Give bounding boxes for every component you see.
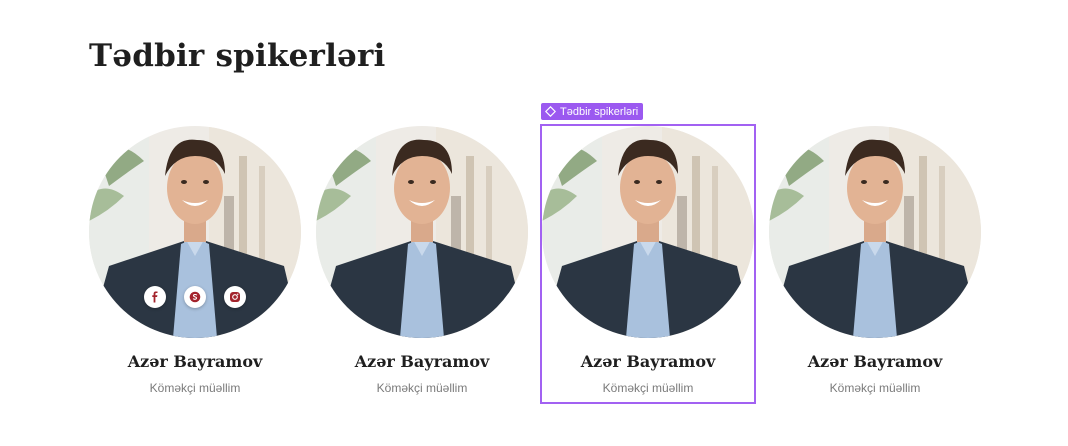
speaker-name: Azər Bayramov — [807, 352, 943, 371]
speaker-avatar — [542, 126, 754, 338]
speaker-card-selected[interactable]: Azər Bayramov Köməkçi müəllim — [540, 124, 756, 404]
facebook-icon[interactable] — [144, 286, 166, 308]
speaker-role: Köməkçi müəllim — [376, 381, 468, 395]
speaker-avatar — [769, 126, 981, 338]
speaker-role: Köməkçi müəllim — [149, 381, 241, 395]
speaker-social-links — [144, 286, 246, 308]
speaker-name: Azər Bayramov — [354, 352, 490, 371]
speaker-card[interactable]: Azər Bayramov Köməkçi müəllim — [316, 126, 528, 402]
speaker-name: Azər Bayramov — [580, 352, 716, 371]
speaker-avatar — [316, 126, 528, 338]
speaker-name: Azər Bayramov — [127, 352, 263, 371]
component-diamond-icon — [545, 106, 556, 117]
speaker-role: Köməkçi müəllim — [829, 381, 921, 395]
component-tag: Tədbir spikerləri — [541, 103, 644, 120]
section-title: Tədbir spikerləri — [89, 38, 386, 74]
speaker-card[interactable]: Azər Bayramov Köməkçi müəllim — [89, 126, 301, 402]
skype-icon[interactable] — [184, 286, 206, 308]
instagram-icon[interactable] — [224, 286, 246, 308]
component-tag-label: Tədbir spikerləri — [560, 105, 639, 118]
speaker-role: Köməkçi müəllim — [602, 381, 694, 395]
speaker-card[interactable]: Azər Bayramov Köməkçi müəllim — [769, 126, 981, 402]
